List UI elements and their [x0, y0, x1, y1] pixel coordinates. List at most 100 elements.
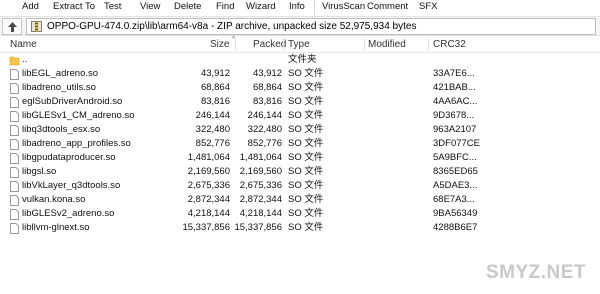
file-size: 43,912 [200, 68, 230, 79]
file-size: 2,675,336 [187, 180, 230, 191]
wizard-button[interactable]: Wizard [246, 0, 276, 14]
address-bar: OPPO-GPU-474.0.zip\lib\arm64-v8a - ZIP a… [0, 16, 600, 36]
file-crc32: A5DAE3... [433, 180, 478, 191]
file-icon [10, 223, 19, 234]
zip-archive-icon [31, 21, 42, 32]
file-packed: 4,218,144 [239, 208, 282, 219]
delete-button[interactable]: Delete [174, 0, 201, 14]
file-size: 2,872,344 [187, 194, 230, 205]
virusscan-button[interactable]: VirusScan [322, 0, 365, 14]
table-row[interactable]: libgpudataproducer.so 1,481,064 1,481,06… [0, 151, 600, 165]
file-name: .. [22, 54, 28, 65]
table-row[interactable]: libGLESv2_adreno.so 4,218,144 4,218,144 … [0, 207, 600, 221]
add-button[interactable]: Add [22, 0, 39, 14]
file-size: 68,864 [200, 82, 230, 93]
file-size: 852,776 [195, 138, 230, 149]
file-size: 4,218,144 [187, 208, 230, 219]
column-divider[interactable] [364, 38, 365, 51]
file-crc32: 33A7E6... [433, 68, 475, 79]
table-row[interactable]: libq3dtools_esx.so 322,480 322,480 SO 文件… [0, 123, 600, 137]
watermark: SMYZ.NET [485, 262, 586, 283]
file-icon [10, 125, 19, 136]
file-type: SO 文件 [288, 68, 324, 79]
column-divider[interactable] [283, 38, 284, 51]
file-crc32: 421BAB... [433, 82, 476, 93]
file-crc32: 8365ED65 [433, 166, 478, 177]
file-crc32: 9D3678... [433, 110, 475, 121]
table-row[interactable]: libVkLayer_q3dtools.so 2,675,336 2,675,3… [0, 179, 600, 193]
file-packed: 1,481,064 [239, 152, 282, 163]
folder-icon [9, 56, 20, 66]
file-name: libgpudataproducer.so [22, 152, 116, 163]
file-packed: 2,675,336 [239, 180, 282, 191]
column-name[interactable]: Name [10, 37, 37, 52]
file-size: 15,337,856 [182, 222, 230, 233]
file-packed: 2,169,560 [239, 166, 282, 177]
file-size: 1,481,064 [187, 152, 230, 163]
file-type: SO 文件 [288, 194, 324, 205]
table-row[interactable]: vulkan.kona.so 2,872,344 2,872,344 SO 文件… [0, 193, 600, 207]
column-packed[interactable]: Packed [253, 37, 286, 52]
list-item-parent-folder[interactable]: .. 文件夹 [0, 53, 600, 67]
extract-to-button[interactable]: Extract To [53, 0, 95, 14]
test-button[interactable]: Test [104, 0, 121, 14]
info-button[interactable]: Info [289, 0, 305, 14]
file-name: libadreno_utils.so [22, 82, 96, 93]
file-size: 2,169,560 [187, 166, 230, 177]
column-crc32[interactable]: CRC32 [433, 37, 466, 52]
file-name: eglSubDriverAndroid.so [22, 96, 123, 107]
file-icon [10, 153, 19, 164]
file-type: SO 文件 [288, 152, 324, 163]
file-crc32: 4AA6AC... [433, 96, 478, 107]
file-icon [10, 69, 19, 80]
table-row[interactable]: libGLESv1_CM_adreno.so 246,144 246,144 S… [0, 109, 600, 123]
file-crc32: 963A2107 [433, 124, 477, 135]
table-row[interactable]: libadreno_utils.so 68,864 68,864 SO 文件 4… [0, 81, 600, 95]
file-type: SO 文件 [288, 124, 324, 135]
file-icon [10, 139, 19, 150]
file-icon [10, 97, 19, 108]
view-button[interactable]: View [140, 0, 160, 14]
column-modified[interactable]: Modified [368, 37, 406, 52]
up-folder-button[interactable] [2, 18, 22, 35]
file-type: SO 文件 [288, 82, 324, 93]
file-icon [10, 181, 19, 192]
table-row[interactable]: libllvm-glnext.so 15,337,856 15,337,856 … [0, 221, 600, 235]
file-packed: 43,912 [252, 68, 282, 79]
path-text: OPPO-GPU-474.0.zip\lib\arm64-v8a - ZIP a… [47, 21, 417, 32]
file-packed: 852,776 [247, 138, 282, 149]
file-name: libVkLayer_q3dtools.so [22, 180, 121, 191]
file-packed: 322,480 [247, 124, 282, 135]
column-divider[interactable] [235, 38, 236, 51]
file-type: SO 文件 [288, 180, 324, 191]
file-crc32: 5A9BFC... [433, 152, 477, 163]
comment-button[interactable]: Comment [367, 0, 408, 14]
column-size[interactable]: Size [210, 37, 229, 52]
file-name: libllvm-glnext.so [22, 222, 90, 233]
column-divider[interactable] [428, 38, 429, 51]
sfx-button[interactable]: SFX [419, 0, 437, 14]
file-name: libq3dtools_esx.so [22, 124, 101, 135]
table-row[interactable]: libadreno_app_profiles.so 852,776 852,77… [0, 137, 600, 151]
file-crc32: 68E7A3... [433, 194, 475, 205]
table-row[interactable]: eglSubDriverAndroid.so 83,816 83,816 SO … [0, 95, 600, 109]
path-field[interactable]: OPPO-GPU-474.0.zip\lib\arm64-v8a - ZIP a… [26, 18, 596, 35]
table-row[interactable]: libEGL_adreno.so 43,912 43,912 SO 文件 33A… [0, 67, 600, 81]
file-size [172, 53, 230, 67]
arrow-up-icon [8, 22, 17, 32]
file-packed: 15,337,856 [234, 222, 282, 233]
toolbar-separator [314, 0, 315, 15]
file-packed: 2,872,344 [239, 194, 282, 205]
table-row[interactable]: libgsl.so 2,169,560 2,169,560 SO 文件 8365… [0, 165, 600, 179]
file-name: libGLESv2_adreno.so [22, 208, 115, 219]
file-icon [10, 111, 19, 122]
file-icon [10, 195, 19, 206]
file-size: 246,144 [195, 110, 230, 121]
file-crc32: 3DF077CE [433, 138, 480, 149]
find-button[interactable]: Find [216, 0, 234, 14]
file-icon [10, 167, 19, 178]
file-size: 83,816 [200, 96, 230, 107]
file-type: SO 文件 [288, 96, 324, 107]
column-type[interactable]: Type [288, 37, 310, 52]
file-name: libEGL_adreno.so [22, 68, 99, 79]
